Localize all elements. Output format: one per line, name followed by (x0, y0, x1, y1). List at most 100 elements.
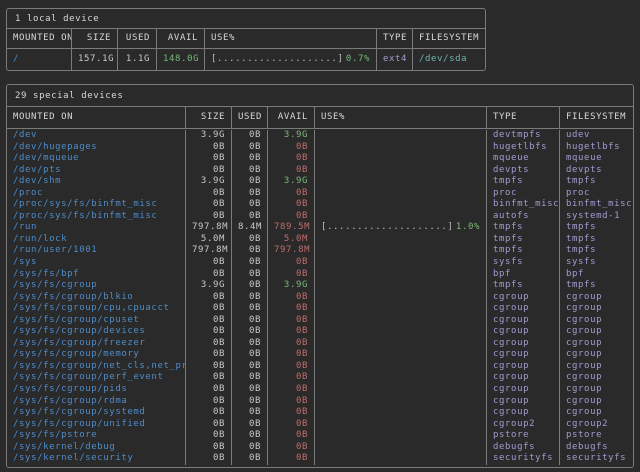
mount-point-cell: /sys/kernel/security (7, 453, 186, 465)
use-percent-cell (315, 372, 487, 384)
mount-point-cell: /sys/fs/cgroup/perf_event (7, 372, 186, 384)
filesystem-cell: cgroup (560, 303, 633, 315)
table-row: /sys/fs/cgroup/cpuset0B0B0Bcgroupcgroup (7, 315, 633, 327)
filesystem-cell: cgroup (560, 407, 633, 419)
used-cell: 0B (232, 303, 268, 315)
mount-point-cell: /dev (7, 130, 186, 142)
filesystem-cell: /dev/sda (413, 49, 485, 70)
use-percent-cell (315, 257, 487, 269)
filesystem-cell: bpf (560, 269, 633, 281)
use-percent-cell (315, 188, 487, 200)
table-row: /sys/fs/cgroup/rdma0B0B0Bcgroupcgroup (7, 396, 633, 408)
local-devices-table: 1 local device MOUNTED ONSIZEUSEDAVAILUS… (6, 8, 486, 71)
table-row: /157.1G1.1G148.0G[....................]0… (7, 49, 485, 70)
size-cell: 157.1G (72, 49, 118, 70)
type-cell: binfmt_misc (487, 199, 560, 211)
size-cell: 0B (186, 396, 232, 408)
mount-point-cell: /sys/fs/cgroup/rdma (7, 396, 186, 408)
filesystem-cell: pstore (560, 430, 633, 442)
avail-cell: 0B (268, 153, 315, 165)
filesystem-cell: cgroup (560, 338, 633, 350)
type-cell: cgroup (487, 396, 560, 408)
table-row: /sys/fs/cgroup/blkio0B0B0Bcgroupcgroup (7, 292, 633, 304)
table-row: /proc/sys/fs/binfmt_misc0B0B0Bbinfmt_mis… (7, 199, 633, 211)
table-row: /sys/fs/cgroup/systemd0B0B0Bcgroupcgroup (7, 407, 633, 419)
type-cell: tmpfs (487, 234, 560, 246)
mount-point-cell: /dev/shm (7, 176, 186, 188)
size-cell: 0B (186, 269, 232, 281)
table-row: /run797.8M8.4M789.5M[...................… (7, 222, 633, 234)
avail-cell: 0B (268, 396, 315, 408)
filesystem-cell: tmpfs (560, 245, 633, 257)
used-cell: 0B (232, 245, 268, 257)
table-row: /sys/fs/cgroup/net_cls,net_prio0B0B0Bcgr… (7, 361, 633, 373)
use-percent-cell (315, 407, 487, 419)
avail-cell: 0B (268, 211, 315, 223)
col-header-type: TYPE (377, 29, 413, 48)
avail-cell: 0B (268, 326, 315, 338)
local-devices-table-title: 1 local device (7, 9, 485, 29)
avail-cell: 0B (268, 269, 315, 281)
used-cell: 0B (232, 269, 268, 281)
use-percent-cell (315, 384, 487, 396)
size-cell: 0B (186, 453, 232, 465)
type-cell: tmpfs (487, 280, 560, 292)
use-percent-cell (315, 349, 487, 361)
filesystem-cell: cgroup (560, 361, 633, 373)
type-cell: cgroup (487, 292, 560, 304)
use-percent-cell (315, 292, 487, 304)
filesystem-cell: udev (560, 130, 633, 142)
type-cell: tmpfs (487, 222, 560, 234)
type-cell: cgroup (487, 338, 560, 350)
avail-cell: 3.9G (268, 176, 315, 188)
size-cell: 0B (186, 326, 232, 338)
use-percent-cell (315, 165, 487, 177)
use-percent-cell (315, 234, 487, 246)
used-cell: 0B (232, 453, 268, 465)
size-cell: 797.8M (186, 245, 232, 257)
size-cell: 0B (186, 442, 232, 454)
local-devices-rows: /157.1G1.1G148.0G[....................]0… (7, 49, 485, 70)
mount-point-cell: /sys/fs/cgroup/devices (7, 326, 186, 338)
table-row: /sys/fs/cgroup/devices0B0B0Bcgroupcgroup (7, 326, 633, 338)
use-percent-cell (315, 142, 487, 154)
size-cell: 0B (186, 430, 232, 442)
avail-cell: 0B (268, 292, 315, 304)
use-percent-cell (315, 269, 487, 281)
special-devices-table-title: 29 special devices (7, 85, 633, 107)
size-cell: 0B (186, 349, 232, 361)
type-cell: tmpfs (487, 176, 560, 188)
used-cell: 0B (232, 430, 268, 442)
used-cell: 0B (232, 199, 268, 211)
mount-point-cell: /sys/fs/cgroup/cpuset (7, 315, 186, 327)
type-cell: cgroup2 (487, 419, 560, 431)
type-cell: ext4 (377, 49, 413, 70)
table-row: /sys/fs/cgroup3.9G0B3.9Gtmpfstmpfs (7, 280, 633, 292)
filesystem-cell: devpts (560, 165, 633, 177)
filesystem-cell: cgroup (560, 315, 633, 327)
col-header-avail: AVAIL (157, 29, 205, 48)
size-cell: 3.9G (186, 176, 232, 188)
type-cell: tmpfs (487, 245, 560, 257)
type-cell: cgroup (487, 303, 560, 315)
col-header-size: SIZE (72, 29, 118, 48)
type-cell: debugfs (487, 442, 560, 454)
size-cell: 0B (186, 199, 232, 211)
col-header-filesystem: FILESYSTEM (560, 107, 633, 128)
filesystem-cell: cgroup (560, 384, 633, 396)
used-cell: 0B (232, 130, 268, 142)
avail-cell: 0B (268, 361, 315, 373)
use-percent-cell (315, 442, 487, 454)
special-devices-header-row: MOUNTED ONSIZEUSEDAVAILUSE%TYPEFILESYSTE… (7, 107, 633, 129)
used-cell: 0B (232, 211, 268, 223)
table-row: /sys/kernel/security0B0B0Bsecurityfssecu… (7, 453, 633, 465)
used-cell: 0B (232, 396, 268, 408)
table-row: /dev/hugepages0B0B0Bhugetlbfshugetlbfs (7, 142, 633, 154)
table-row: /sys0B0B0Bsysfssysfs (7, 257, 633, 269)
col-header-used: USED (118, 29, 157, 48)
avail-cell: 0B (268, 165, 315, 177)
type-cell: securityfs (487, 453, 560, 465)
col-header-size: SIZE (186, 107, 232, 128)
size-cell: 5.0M (186, 234, 232, 246)
avail-cell: 0B (268, 349, 315, 361)
